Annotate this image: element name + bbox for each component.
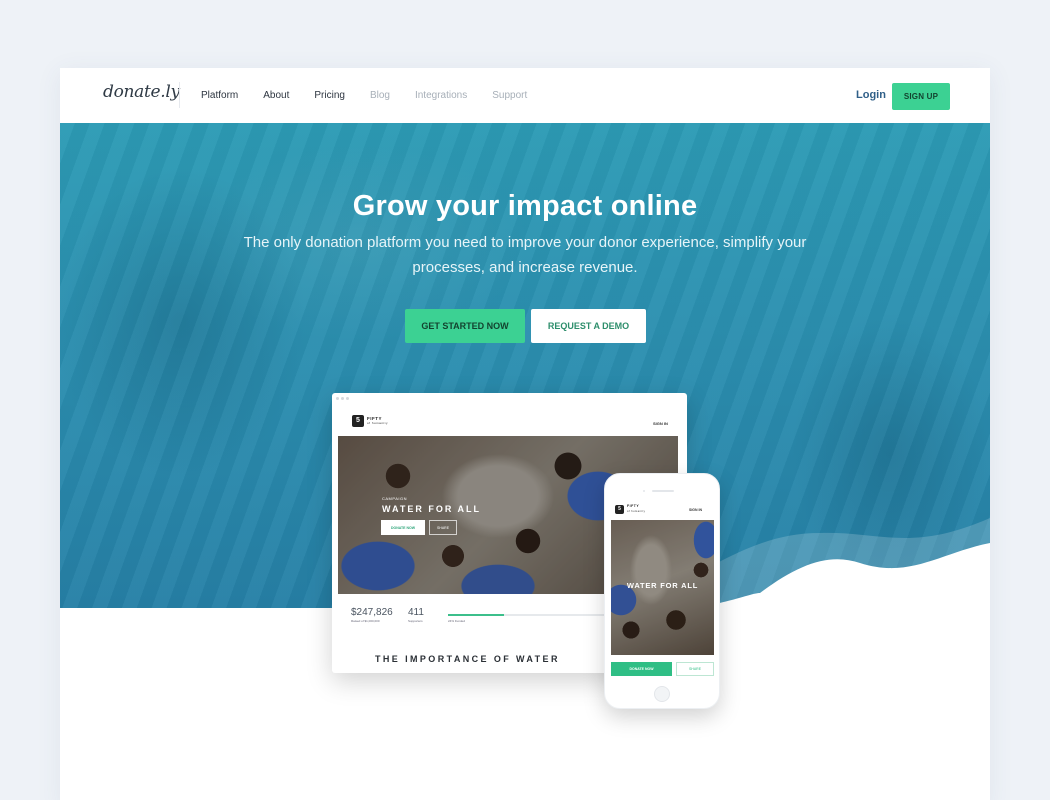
funding-progress-fill [448,614,505,616]
logo[interactable]: donate.ly [103,82,180,102]
phone-campaign-logo: 5 FIFTY of humanity [615,504,645,514]
phone-campaign-title: WATER FOR ALL [626,581,699,590]
nav-link-about[interactable]: About [263,90,289,101]
nav-links: Platform About Pricing Blog Integrations… [201,68,552,123]
fifty-logo-icon: 5 [352,415,364,427]
phone-share-button: SHARE [676,662,714,676]
nav-link-support[interactable]: Support [492,90,527,101]
phone-home-button [654,686,670,702]
mockup-share-button: SHARE [429,520,457,535]
nav-link-pricing[interactable]: Pricing [314,90,345,101]
phone-donate-button: DONATE NOW [611,662,672,676]
phone-speaker [652,490,674,492]
nav-link-blog[interactable]: Blog [370,90,390,101]
request-demo-button[interactable]: REQUEST A DEMO [531,309,646,343]
supporters-count: 411 [408,607,424,618]
campaign-brand-sub: of humanity [367,421,389,425]
mockup-sign-in: SIGN IN [653,421,668,426]
window-dots [336,397,349,400]
nav-link-platform[interactable]: Platform [201,90,238,101]
phone-camera [643,490,645,492]
phone-brand-sub: of humanity [627,510,646,513]
mockup-donate-button: DONATE NOW [381,520,425,535]
raised-label: Raised of $1,000,000 [351,619,380,623]
fifty-logo-icon: 5 [615,504,624,514]
get-started-button[interactable]: GET STARTED NOW [405,309,525,343]
phone-sign-in: SIGN IN [689,508,703,512]
phone-mockup: 5 FIFTY of humanity SIGN IN WATER FOR AL… [604,473,720,709]
lower-tab-2 [748,796,913,800]
campaign-title: WATER FOR ALL [382,504,481,514]
hero-title: Grow your impact online [352,190,698,222]
page-frame: donate.ly Platform About Pricing Blog In… [60,68,990,800]
lower-tab-1 [578,796,698,800]
sign-up-button[interactable]: SIGN UP [892,83,950,110]
logo-divider [179,82,180,108]
raised-amount: $247,826 [351,607,393,618]
hero-subtitle: The only donation platform you need to i… [243,234,807,276]
campaign-label: CAMPAIGN [382,496,408,501]
top-navigation: donate.ly Platform About Pricing Blog In… [60,68,990,123]
importance-heading: THE IMPORTANCE OF WATER [375,654,560,664]
supporters-label: Supporters [408,619,423,623]
login-link[interactable]: Login [856,89,886,101]
campaign-logo: 5 FIFTY of humanity [352,415,388,427]
phone-campaign-photo: WATER FOR ALL [611,520,714,655]
nav-link-integrations[interactable]: Integrations [415,90,467,101]
funded-label: 24% Funded [448,619,466,623]
